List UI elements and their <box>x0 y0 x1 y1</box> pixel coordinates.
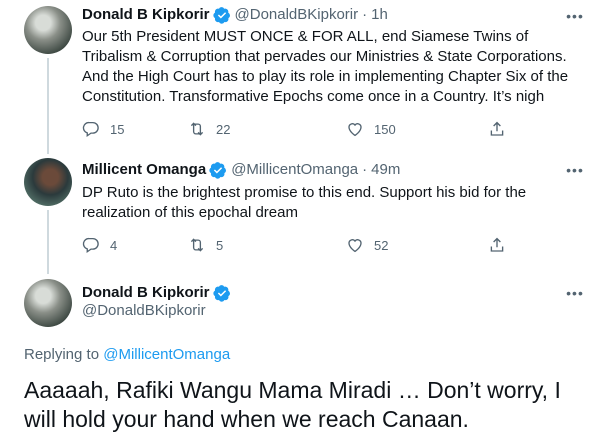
tweet-header: Donald B Kipkorir <box>82 283 231 303</box>
retweet-button[interactable]: 5 <box>188 236 223 254</box>
reply-count: 4 <box>110 237 118 253</box>
avatar[interactable] <box>24 158 72 206</box>
tweet-actions: 4 5 52 <box>82 236 512 256</box>
like-count: 150 <box>374 121 396 137</box>
verified-badge-icon <box>212 7 230 24</box>
author-handle[interactable]: @DonaldBKipkorir <box>82 302 206 319</box>
retweet-icon <box>190 122 204 136</box>
tweet-actions: 15 22 150 <box>82 120 512 140</box>
tweet-text: Our 5th President MUST ONCE & FOR ALL, e… <box>82 28 569 105</box>
share-button[interactable] <box>488 236 516 254</box>
author-name[interactable]: Donald B Kipkorir <box>82 283 210 303</box>
like-icon <box>348 239 362 253</box>
retweet-count: 5 <box>216 237 224 253</box>
like-count: 52 <box>374 237 389 253</box>
reply-icon <box>82 237 99 254</box>
reply-button[interactable]: 15 <box>82 120 124 138</box>
avatar[interactable] <box>24 279 72 327</box>
share-icon <box>490 121 504 136</box>
replying-to-line: Replying to @MillicentOmanga <box>24 346 230 363</box>
tweet-thread: Donald B Kipkorir @DonaldBKipkorir · 1h … <box>0 0 596 444</box>
separator-dot: · <box>362 6 368 23</box>
retweet-count: 22 <box>216 121 231 137</box>
thread-connector <box>47 58 49 154</box>
share-icon <box>490 237 504 252</box>
more-icon[interactable]: ••• <box>564 9 586 26</box>
verified-badge-icon <box>209 162 227 179</box>
tweet-text: DP Ruto is the brightest promise to this… <box>82 184 527 221</box>
like-button[interactable]: 52 <box>346 236 388 254</box>
author-handle[interactable]: @DonaldBKipkorir <box>235 5 359 25</box>
share-button[interactable] <box>488 120 516 138</box>
author-name[interactable]: Millicent Omanga <box>82 160 206 180</box>
timestamp[interactable]: 1h <box>371 5 388 25</box>
more-icon[interactable]: ••• <box>564 286 586 303</box>
author-name[interactable]: Donald B Kipkorir <box>82 5 210 25</box>
main-tweet-text: Aaaaah, Rafiki Wangu Mama Miradi … Don’t… <box>24 377 561 432</box>
tweet-header: Millicent Omanga @MillicentOmanga · 49m <box>82 160 400 180</box>
reply-count: 15 <box>110 121 125 137</box>
like-icon <box>348 123 362 137</box>
verified-badge-icon <box>212 285 230 302</box>
mention-link[interactable]: @MillicentOmanga <box>103 346 230 363</box>
thread-connector <box>47 210 49 274</box>
separator-dot: · <box>362 161 368 178</box>
avatar[interactable] <box>24 6 72 54</box>
tweet-header: Donald B Kipkorir @DonaldBKipkorir · 1h <box>82 5 388 25</box>
timestamp[interactable]: 49m <box>371 160 400 180</box>
replying-to-label: Replying to <box>24 346 100 363</box>
reply-icon <box>82 121 99 138</box>
reply-button[interactable]: 4 <box>82 236 117 254</box>
like-button[interactable]: 150 <box>346 120 396 138</box>
retweet-button[interactable]: 22 <box>188 120 230 138</box>
retweet-icon <box>190 238 204 252</box>
author-handle[interactable]: @MillicentOmanga <box>231 160 358 180</box>
more-icon[interactable]: ••• <box>564 163 586 180</box>
